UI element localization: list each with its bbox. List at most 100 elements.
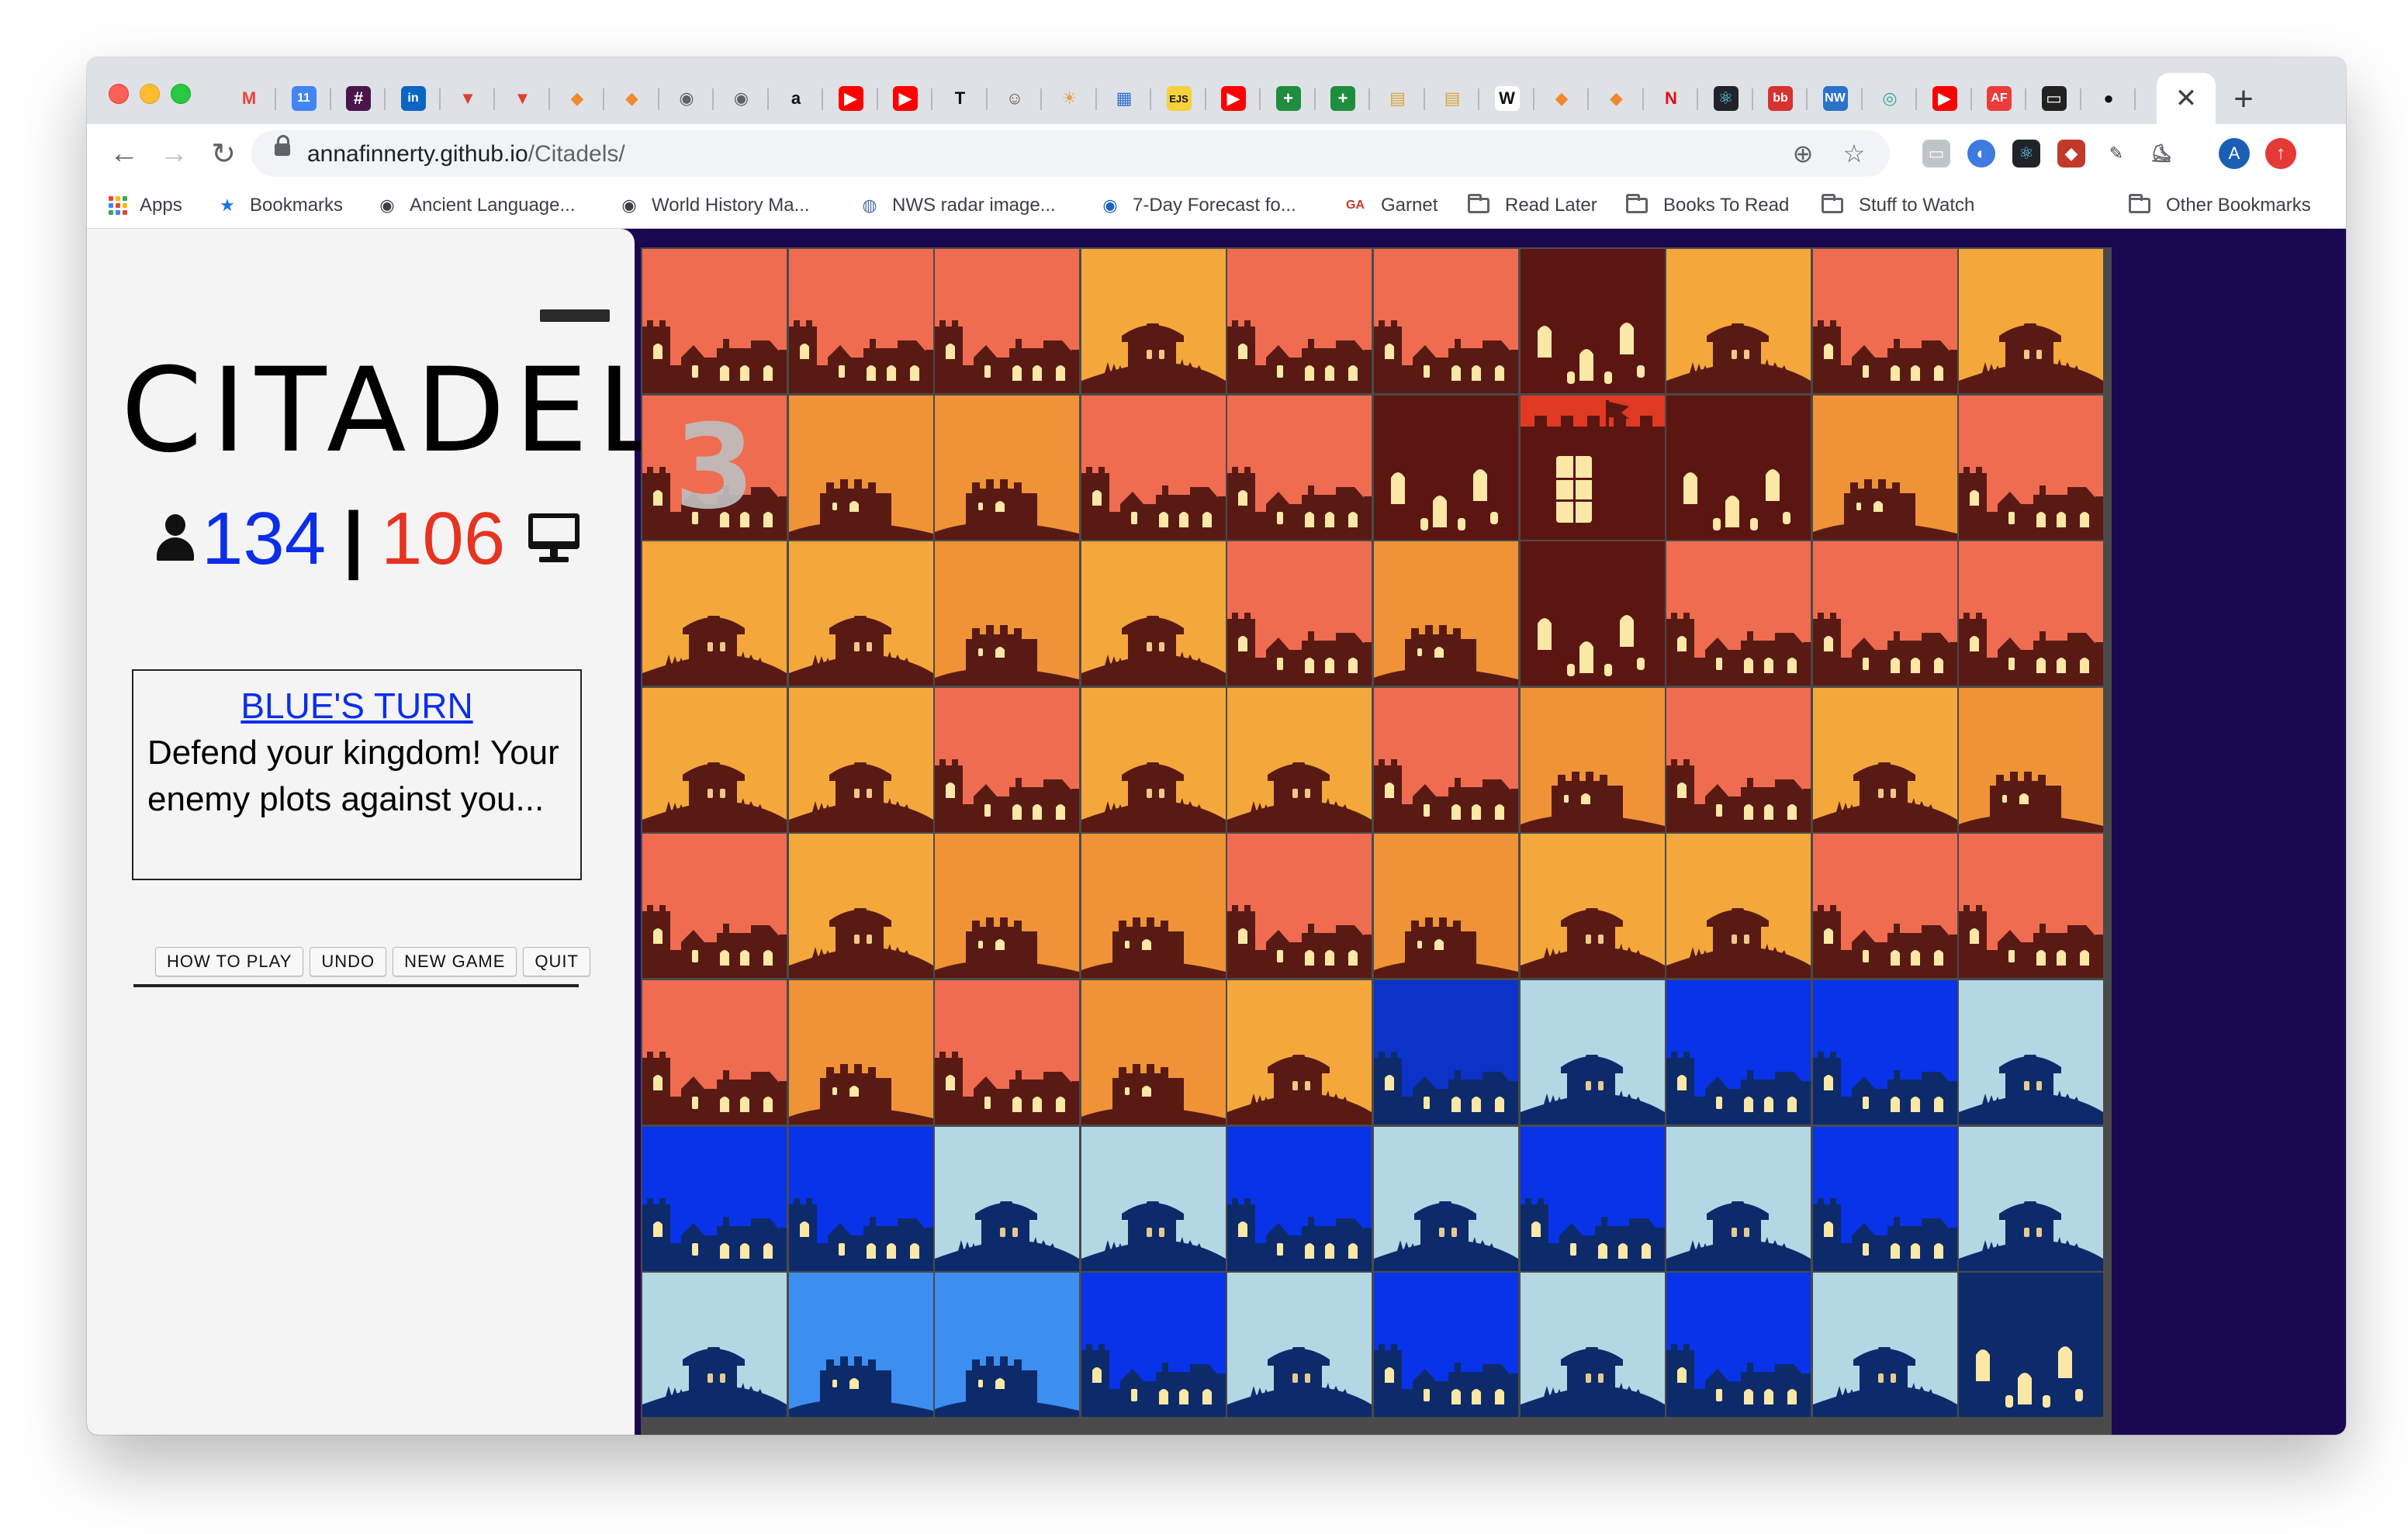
undo-button[interactable]: UNDO xyxy=(310,947,387,976)
board-cell-orange-tower[interactable] xyxy=(935,395,1080,540)
quit-button[interactable]: QUIT xyxy=(523,947,590,976)
board-cell-maroon-keep[interactable] xyxy=(1520,395,1665,540)
board-cell-red-castle[interactable] xyxy=(642,249,787,393)
bookmark-other-bookmarks[interactable]: Other Bookmarks xyxy=(2129,192,2311,219)
browser-tab[interactable]: ◆ xyxy=(1590,73,1644,124)
extension-react-icon[interactable]: ⚛ xyxy=(2012,140,2040,168)
board-cell-lightblue-hut[interactable] xyxy=(1959,980,2104,1125)
address-bar[interactable]: annafinnerty.github.io/Citadels/ ⊕ ☆ xyxy=(251,130,1890,177)
update-icon[interactable]: ↑ xyxy=(2265,138,2296,169)
bookmark-world-history[interactable]: ◉ World History Ma... xyxy=(619,192,809,219)
browser-tab[interactable]: ▶ xyxy=(878,73,932,124)
board-cell-blue-castle[interactable] xyxy=(1666,1273,1811,1418)
board-cell-amber-hut[interactable] xyxy=(642,541,787,686)
extension-compass-icon[interactable]: ◐ xyxy=(1967,140,1995,168)
browser-tab[interactable]: ▶ xyxy=(1206,73,1261,124)
board-cell-red-castle[interactable] xyxy=(1959,541,2104,686)
board-cell-orange-tower[interactable] xyxy=(1081,980,1226,1125)
board-cell-red-castle[interactable] xyxy=(1812,541,1957,686)
browser-tab[interactable]: M xyxy=(222,73,276,124)
board-cell-blue-castle[interactable] xyxy=(1081,1273,1226,1418)
board-cell-red-castle[interactable] xyxy=(935,980,1080,1125)
board-cell-navy-castle[interactable] xyxy=(1374,980,1518,1125)
reload-button[interactable]: ↻ xyxy=(203,133,244,174)
minimize-panel-button[interactable] xyxy=(540,309,610,322)
board-cell-orange-tower[interactable] xyxy=(788,980,933,1125)
board-cell-maroon-fortress[interactable] xyxy=(1520,541,1665,686)
board-cell-red-castle[interactable]: 3 xyxy=(642,395,787,540)
board-cell-amber-hut[interactable] xyxy=(642,687,787,832)
board-cell-blue-castle[interactable] xyxy=(642,1126,787,1271)
browser-tab[interactable]: bb xyxy=(1753,73,1808,124)
tab-active-citadels[interactable]: ✕ xyxy=(2157,73,2216,124)
board-cell-orange-tower[interactable] xyxy=(1520,687,1665,832)
board-cell-lightblue-hut[interactable] xyxy=(935,1126,1080,1271)
board-cell-skyblue-tower[interactable] xyxy=(935,1273,1080,1418)
board-cell-blue-castle[interactable] xyxy=(1520,1126,1665,1271)
board-cell-blue-castle[interactable] xyxy=(788,1126,933,1271)
browser-tab[interactable]: + xyxy=(1316,73,1370,124)
board-cell-orange-tower[interactable] xyxy=(1812,395,1957,540)
browser-tab[interactable]: ▤ xyxy=(1371,73,1425,124)
bookmark-ancient-language[interactable]: ◉ Ancient Language... xyxy=(377,192,575,219)
extension-eyedropper-icon[interactable]: ✎ xyxy=(2102,140,2130,168)
browser-tab[interactable]: # xyxy=(331,73,386,124)
board-cell-red-castle[interactable] xyxy=(1227,249,1372,393)
browser-tab[interactable]: EJS xyxy=(1152,73,1206,124)
board-cell-blue-castle[interactable] xyxy=(1374,1273,1518,1418)
browser-tab[interactable]: ◆ xyxy=(1534,73,1589,124)
browser-tab[interactable]: ☺ xyxy=(988,73,1042,124)
board-cell-amber-hut[interactable] xyxy=(1812,687,1957,832)
board-cell-amber-hut[interactable] xyxy=(1959,249,2104,393)
add-circle-icon[interactable]: ⊕ xyxy=(1787,138,1818,169)
board-cell-red-castle[interactable] xyxy=(935,249,1080,393)
new-tab-button[interactable]: + xyxy=(2222,78,2265,121)
browser-tab[interactable]: NW xyxy=(1808,73,1863,124)
board-cell-red-castle[interactable] xyxy=(1666,687,1811,832)
close-tab-icon[interactable]: ✕ xyxy=(2175,83,2198,114)
board-cell-red-castle[interactable] xyxy=(1227,541,1372,686)
new-game-button[interactable]: NEW GAME xyxy=(393,947,517,976)
forward-button[interactable]: → xyxy=(154,133,194,174)
minimize-window-button[interactable] xyxy=(140,84,160,104)
board-cell-red-castle[interactable] xyxy=(1666,541,1811,686)
board-cell-lightblue-hut[interactable] xyxy=(1959,1126,2104,1271)
extension-ruby-icon[interactable]: ◆ xyxy=(2057,140,2085,168)
board-cell-amber-hut[interactable] xyxy=(788,541,933,686)
board-cell-orange-tower[interactable] xyxy=(788,395,933,540)
bookmark-apps[interactable]: Apps xyxy=(109,192,182,219)
board-cell-red-castle[interactable] xyxy=(1374,687,1518,832)
browser-tab[interactable]: ◉ xyxy=(714,73,769,124)
browser-tab[interactable]: ▦ xyxy=(1097,73,1151,124)
browser-tab[interactable]: 11 xyxy=(277,73,331,124)
profile-avatar[interactable]: A xyxy=(2219,138,2250,169)
url-text[interactable]: annafinnerty.github.io/Citadels/ xyxy=(307,141,625,168)
bookmark-garnet[interactable]: GA Garnet xyxy=(1342,192,1438,219)
board-cell-maroon-fortress[interactable] xyxy=(1666,395,1811,540)
board-cell-blue-castle[interactable] xyxy=(1812,1126,1957,1271)
board-cell-red-castle[interactable] xyxy=(1374,249,1518,393)
browser-tab[interactable]: a xyxy=(769,73,823,124)
board-cell-skyblue-tower[interactable] xyxy=(788,1273,933,1418)
browser-tab[interactable]: + xyxy=(1261,73,1316,124)
board-cell-amber-hut[interactable] xyxy=(1081,687,1226,832)
browser-tab[interactable]: ▶ xyxy=(1918,73,1972,124)
board-cell-blue-castle[interactable] xyxy=(1666,980,1811,1125)
board-cell-red-castle[interactable] xyxy=(1227,395,1372,540)
extension-css-icon[interactable]: ▭ xyxy=(1922,140,1950,168)
close-window-button[interactable] xyxy=(109,84,129,104)
browser-tab[interactable]: ◉ xyxy=(659,73,714,124)
browser-tab[interactable]: N xyxy=(1644,73,1698,124)
board-cell-amber-hut[interactable] xyxy=(1666,249,1811,393)
board-cell-maroon-fortress[interactable] xyxy=(1374,395,1518,540)
board-cell-red-castle[interactable] xyxy=(1959,395,2104,540)
board-cell-amber-hut[interactable] xyxy=(788,687,933,832)
board-cell-amber-hut[interactable] xyxy=(1081,541,1226,686)
browser-tab[interactable]: ▼ xyxy=(441,73,495,124)
browser-tab[interactable]: ◆ xyxy=(605,73,659,124)
bookmark-read-later[interactable]: Read Later xyxy=(1468,192,1597,219)
bookmark-star-icon[interactable]: ☆ xyxy=(1839,138,1870,169)
browser-tab[interactable]: ⚛ xyxy=(1699,73,1753,124)
board-cell-red-castle[interactable] xyxy=(1081,395,1226,540)
board-cell-orange-tower[interactable] xyxy=(1959,687,2104,832)
